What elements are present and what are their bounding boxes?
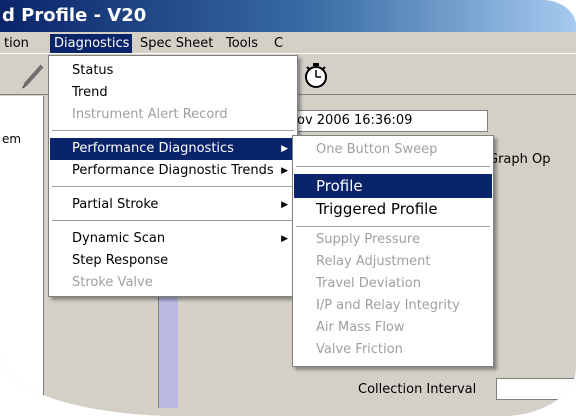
menu-item-label: Performance Diagnostic Trends <box>72 163 274 178</box>
triangle-right-icon: ▶ <box>281 234 288 244</box>
app-window: d Profile - V20 tion Diagnostics Spec Sh… <box>0 0 576 416</box>
menu-separator <box>296 166 490 168</box>
menu-item-one-button-sweep[interactable]: One Button Sweep <box>294 139 492 161</box>
left-panel-label: em <box>2 132 22 146</box>
triangle-right-icon: ▶ <box>281 144 288 154</box>
menu-separator <box>296 226 490 228</box>
menu-item-profile[interactable]: Profile <box>294 174 492 198</box>
menu-item-instrument-alert-record[interactable]: Instrument Alert Record <box>50 104 296 126</box>
performance-diagnostics-submenu: One Button Sweep Profile Triggered Profi… <box>292 135 494 367</box>
menu-item-travel-deviation[interactable]: Travel Deviation <box>294 273 492 295</box>
menu-spec-sheet[interactable]: Spec Sheet <box>136 34 217 53</box>
menu-item-performance-diagnostics[interactable]: Performance Diagnostics ▶ <box>50 138 296 160</box>
pen-icon[interactable] <box>20 61 48 89</box>
menu-item-valve-friction[interactable]: Valve Friction <box>294 339 492 361</box>
menu-item-status[interactable]: Status <box>50 60 296 82</box>
menu-bar: tion Diagnostics Spec Sheet Tools C <box>0 32 576 54</box>
menu-item-supply-pressure[interactable]: Supply Pressure <box>294 229 492 251</box>
collection-interval-label: Collection Interval <box>358 382 477 397</box>
stopwatch-icon[interactable] <box>302 61 330 89</box>
title-bar: d Profile - V20 <box>0 0 576 32</box>
left-panel: em <box>0 96 44 416</box>
menu-item-stroke-valve[interactable]: Stroke Valve <box>50 272 296 294</box>
menu-item-step-response[interactable]: Step Response <box>50 250 296 272</box>
menu-item-triggered-profile[interactable]: Triggered Profile <box>294 197 492 221</box>
graph-panel <box>158 288 178 408</box>
menu-separator <box>52 130 294 132</box>
menu-item-label: Dynamic Scan <box>72 231 166 246</box>
collection-interval-input[interactable] <box>496 378 576 400</box>
diagnostics-menu: Status Trend Instrument Alert Record Per… <box>48 55 298 297</box>
menu-item-partial-stroke[interactable]: Partial Stroke ▶ <box>50 194 296 216</box>
datetime-field: ov 2006 16:36:09 <box>292 110 488 132</box>
menu-item-dynamic-scan[interactable]: Dynamic Scan ▶ <box>50 228 296 250</box>
graph-options-label[interactable]: Graph Op <box>488 152 551 167</box>
menu-partial-right[interactable]: C <box>270 34 287 53</box>
triangle-right-icon: ▶ <box>281 166 288 176</box>
menu-diagnostics[interactable]: Diagnostics <box>50 34 132 53</box>
menu-item-ip-relay-integrity[interactable]: I/P and Relay Integrity <box>294 295 492 317</box>
menu-separator <box>52 186 294 188</box>
menu-item-performance-diagnostic-trends[interactable]: Performance Diagnostic Trends ▶ <box>50 160 296 182</box>
triangle-right-icon: ▶ <box>281 200 288 210</box>
menu-partial-left[interactable]: tion <box>0 34 33 53</box>
window-title: d Profile - V20 <box>2 5 147 26</box>
menu-item-trend[interactable]: Trend <box>50 82 296 104</box>
menu-item-relay-adjustment[interactable]: Relay Adjustment <box>294 251 492 273</box>
menu-item-label: Partial Stroke <box>72 197 159 212</box>
menu-tools[interactable]: Tools <box>222 34 262 53</box>
menu-item-air-mass-flow[interactable]: Air Mass Flow <box>294 317 492 339</box>
menu-separator <box>52 220 294 222</box>
menu-item-label: Performance Diagnostics <box>72 141 234 156</box>
